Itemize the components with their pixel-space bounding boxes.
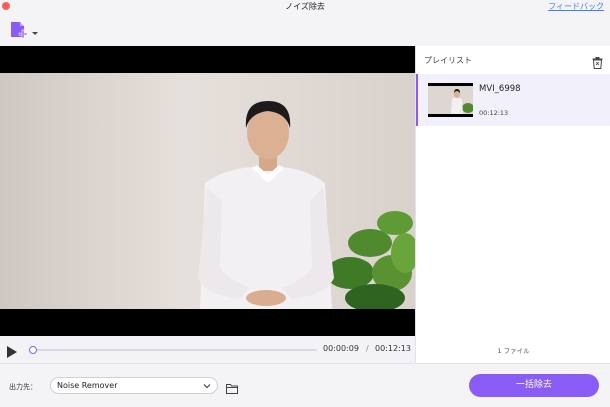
seek-handle[interactable] <box>29 346 38 354</box>
time-separator: / <box>366 344 369 353</box>
chevron-down-icon <box>203 384 211 389</box>
trash-icon <box>592 57 603 69</box>
title-bar: ノイズ除去 フィードバック <box>0 0 610 14</box>
total-time: 00:12:13 <box>375 344 411 353</box>
window-title: ノイズ除去 <box>285 2 325 11</box>
playlist-item[interactable]: MVI_6998 00:12:13 <box>416 74 610 126</box>
plant-graphic <box>326 211 415 309</box>
player-controls: 00:00:09 / 00:12:13 <box>0 336 415 363</box>
output-select-value: Noise Remover <box>57 381 118 390</box>
output-select[interactable]: Noise Remover <box>50 377 218 394</box>
video-thumbnail <box>428 83 473 117</box>
play-button[interactable] <box>6 343 18 358</box>
seek-bar[interactable] <box>29 346 317 354</box>
playlist-heading: プレイリスト <box>424 56 472 65</box>
play-icon <box>7 346 17 358</box>
feedback-link[interactable]: フィードバック <box>548 1 604 12</box>
file-count: 1 ファイル <box>497 347 530 355</box>
current-time: 00:00:09 <box>323 344 359 353</box>
folder-icon <box>226 384 238 394</box>
playlist-item-duration: 00:12:13 <box>479 109 509 117</box>
toolbar <box>0 14 610 46</box>
clear-playlist-button[interactable] <box>592 54 603 69</box>
playlist-panel: プレイリスト MVI_6998 00:12:13 1 ファイル <box>415 46 610 363</box>
add-file-icon <box>11 22 38 39</box>
output-label: 出力先： <box>9 383 37 391</box>
open-folder-button[interactable] <box>226 379 238 394</box>
thumbnail-figure <box>451 89 473 114</box>
person-figure <box>198 101 415 309</box>
bottom-bar: 出力先： Noise Remover 一括除去 <box>0 363 610 407</box>
video-preview[interactable] <box>0 46 415 336</box>
playlist-item-name: MVI_6998 <box>479 84 521 94</box>
video-frame <box>0 73 415 309</box>
batch-remove-button[interactable]: 一括除去 <box>469 374 599 397</box>
add-file-button[interactable] <box>9 20 41 42</box>
